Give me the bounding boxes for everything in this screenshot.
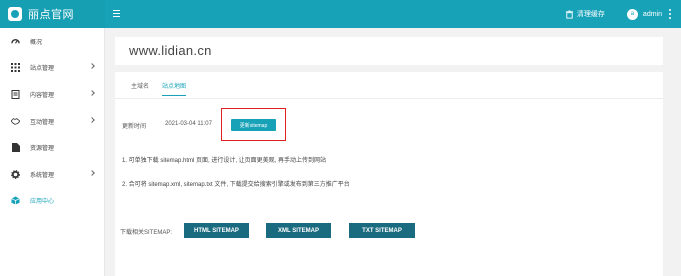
sidebar-item-overview[interactable]: 概况: [0, 31, 105, 51]
menu-toggle-icon[interactable]: [113, 8, 120, 19]
divider: [115, 98, 663, 99]
brand[interactable]: 丽点官网: [0, 0, 105, 28]
chevron-right-icon: [89, 117, 95, 123]
app-title: 丽点官网: [28, 9, 74, 21]
sidebar-item-label: 概况: [30, 39, 43, 46]
sidebar-item-resources[interactable]: 资源管理: [0, 137, 105, 157]
avatar[interactable]: a: [626, 8, 638, 20]
dashboard-icon: [11, 37, 20, 46]
sidebar-item-label: 内容管理: [30, 92, 55, 99]
download-xml-sitemap-button[interactable]: XML SITEMAP: [266, 223, 331, 238]
clear-cache-button[interactable]: 清理缓存: [565, 9, 605, 19]
tip-2: 2. 合可将 sitemap.xml, sitemap.txt 文件, 下载提交…: [122, 182, 350, 188]
sidebar-item-label: 资源管理: [30, 145, 55, 152]
document-icon: [11, 89, 20, 99]
site-header-card: www.lidian.cn: [115, 37, 663, 65]
chevron-right-icon: [89, 90, 95, 96]
chevron-right-icon: [89, 63, 95, 69]
chevron-right-icon: [89, 170, 95, 176]
sidebar-item-label: 系统管理: [30, 172, 55, 179]
update-sitemap-button[interactable]: 更新sitemap: [231, 119, 276, 131]
tab-main-domain[interactable]: 主域名: [131, 81, 149, 96]
tab-sitemap[interactable]: 站点地图: [162, 81, 187, 96]
top-bar: 丽点官网 清理缓存 a admin: [0, 0, 681, 28]
cube-icon: [11, 195, 20, 205]
sidebar: 概况 站点管理 内容管理 互动管理 资源管理 系统管理 应用中心: [0, 28, 105, 276]
update-time-label: 更新时间: [122, 124, 147, 130]
sidebar-item-sites[interactable]: 站点管理: [0, 57, 105, 77]
tip-1: 1. 可单独下载 sitemap.html 页面, 进行设计, 让页面更美观, …: [122, 158, 327, 164]
grid-icon: [11, 62, 20, 72]
sidebar-item-label: 站点管理: [30, 65, 55, 72]
download-label: 下载相关SITEMAP:: [120, 230, 173, 236]
sitemap-panel: 主域名 站点地图 更新时间 2021-03-04 11:07 更新sitemap…: [115, 72, 663, 276]
user-name[interactable]: admin: [643, 11, 662, 18]
sidebar-item-label: 互动管理: [30, 119, 55, 126]
logo-icon: [8, 7, 22, 21]
download-html-sitemap-button[interactable]: HTML SITEMAP: [184, 223, 249, 238]
clear-cache-label: 清理缓存: [576, 11, 605, 18]
tab-bar: 主域名 站点地图: [131, 81, 199, 99]
sidebar-item-content[interactable]: 内容管理: [0, 84, 105, 104]
sidebar-item-app-center[interactable]: 应用中心: [0, 190, 105, 210]
gear-icon: [11, 169, 20, 179]
download-txt-sitemap-button[interactable]: TXT SITEMAP: [349, 223, 415, 238]
update-time-value: 2021-03-04 11:07: [165, 121, 212, 127]
sidebar-item-interaction[interactable]: 互动管理: [0, 111, 105, 131]
file-icon: [11, 142, 20, 152]
handshake-icon: [11, 117, 20, 126]
trash-icon: [565, 9, 574, 19]
page-title: www.lidian.cn: [129, 43, 212, 58]
sidebar-item-system[interactable]: 系统管理: [0, 164, 105, 184]
sidebar-item-label: 应用中心: [30, 198, 55, 205]
more-menu-icon[interactable]: [668, 8, 671, 20]
